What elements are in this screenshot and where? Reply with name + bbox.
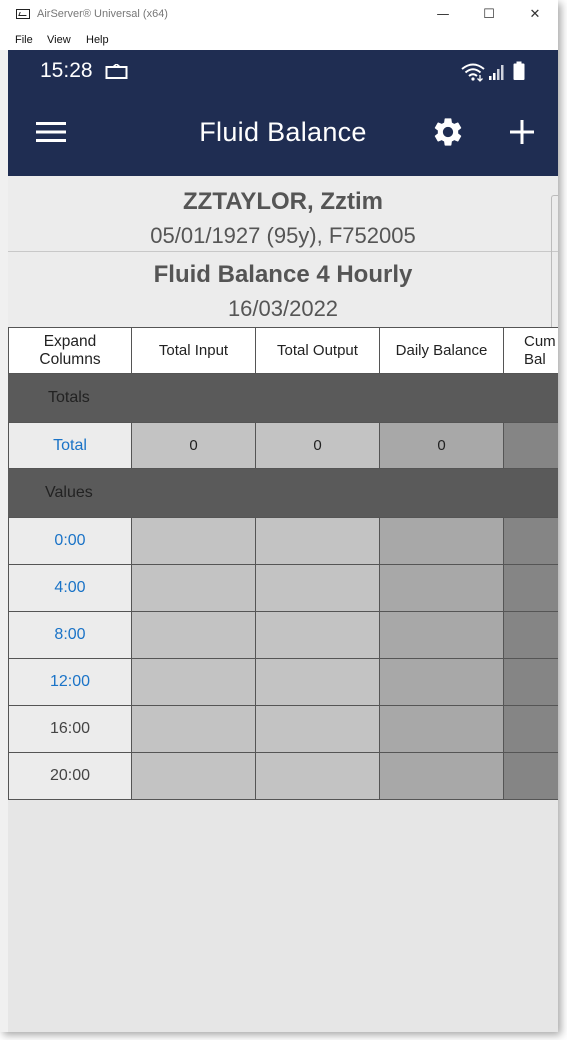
patient-name: ZZTAYLOR, Zztim xyxy=(183,188,383,215)
signal-icon xyxy=(489,65,504,80)
settings-icon[interactable] xyxy=(431,115,465,149)
column-header-total-input: Total Input xyxy=(131,327,256,374)
value-cell[interactable] xyxy=(503,752,558,800)
value-cell[interactable] xyxy=(379,752,504,800)
value-cell[interactable] xyxy=(503,658,558,706)
status-time: 15:28 xyxy=(40,59,93,82)
table-row: 12:00 xyxy=(8,658,558,706)
table-header-row: Expand Columns Total Input Total Output … xyxy=(8,327,558,374)
value-cell[interactable] xyxy=(255,517,380,565)
value-cell[interactable] xyxy=(379,517,504,565)
table-row: 4:00 xyxy=(8,564,558,612)
totals-section-label: Totals xyxy=(48,389,90,406)
chart-info: Fluid Balance 4 Hourly 16/03/2022 xyxy=(8,252,558,327)
value-cell[interactable] xyxy=(131,658,256,706)
close-button[interactable]: ✕ xyxy=(512,0,558,30)
value-cell[interactable] xyxy=(255,752,380,800)
menu-view[interactable]: View xyxy=(47,34,71,46)
daily-balance-value[interactable]: 0 xyxy=(379,422,504,469)
close-icon: ✕ xyxy=(529,7,541,22)
table-row: Total 0 0 0 xyxy=(8,422,558,469)
maximize-button[interactable]: ☐ xyxy=(466,0,512,30)
patient-banner: ZZTAYLOR, Zztim 05/01/1927 (95y), F75200… xyxy=(8,176,558,252)
column-header-total-output: Total Output xyxy=(255,327,380,374)
value-cell[interactable] xyxy=(379,658,504,706)
airserver-window: AirServer® Universal (x64) — ☐ ✕ File Vi… xyxy=(0,0,558,1032)
page-title: Fluid Balance xyxy=(199,117,367,147)
table-row: 8:00 xyxy=(8,611,558,659)
row-label-1600[interactable]: 16:00 xyxy=(8,705,132,753)
value-cell[interactable] xyxy=(131,517,256,565)
column-header-daily-balance: Daily Balance xyxy=(379,327,504,374)
value-cell[interactable] xyxy=(503,611,558,659)
chart-title: Fluid Balance 4 Hourly xyxy=(153,261,413,288)
table-row: 16:00 xyxy=(8,705,558,753)
total-input-value[interactable]: 0 xyxy=(131,422,256,469)
window-titlebar: AirServer® Universal (x64) — ☐ ✕ xyxy=(0,0,558,30)
column-header-cumulative-balance: Cum Bal xyxy=(503,327,558,374)
status-bar: 15:28 xyxy=(8,50,558,95)
table-row: 0:00 xyxy=(8,517,558,565)
expand-columns-button[interactable]: Expand Columns xyxy=(8,327,132,374)
row-label-0800[interactable]: 8:00 xyxy=(8,611,132,659)
value-cell[interactable] xyxy=(255,564,380,612)
app-header: Fluid Balance xyxy=(8,95,558,176)
minimize-icon: — xyxy=(436,7,450,22)
table-row: 20:00 xyxy=(8,752,558,800)
menu-help[interactable]: Help xyxy=(86,34,109,46)
minimize-button[interactable]: — xyxy=(420,0,466,30)
row-label-0400[interactable]: 4:00 xyxy=(8,564,132,612)
value-cell[interactable] xyxy=(255,705,380,753)
value-cell[interactable] xyxy=(379,705,504,753)
value-cell[interactable] xyxy=(131,752,256,800)
maximize-icon: ☐ xyxy=(483,7,495,22)
airserver-app-icon xyxy=(16,9,30,19)
add-icon[interactable] xyxy=(510,120,534,144)
battery-icon xyxy=(513,61,525,80)
value-cell[interactable] xyxy=(503,564,558,612)
values-section-header: Values xyxy=(8,469,558,517)
value-cell[interactable] xyxy=(379,564,504,612)
total-output-value[interactable]: 0 xyxy=(255,422,380,469)
row-label-total[interactable]: Total xyxy=(8,422,132,469)
menu-file[interactable]: File xyxy=(15,34,33,46)
value-cell[interactable] xyxy=(255,611,380,659)
mirrored-phone-screen: 15:28 Fluid Balance ZZTAYLOR, Zztim 05/0… xyxy=(8,50,558,1032)
row-label-0000[interactable]: 0:00 xyxy=(8,517,132,565)
values-section-label: Values xyxy=(45,484,93,501)
patient-details: 05/01/1927 (95y), F752005 xyxy=(150,223,416,248)
value-cell[interactable] xyxy=(131,611,256,659)
value-cell[interactable] xyxy=(503,705,558,753)
side-panel-handle[interactable] xyxy=(551,195,558,347)
cast-icon xyxy=(105,64,128,79)
cumulative-balance-value[interactable] xyxy=(503,422,558,469)
value-cell[interactable] xyxy=(131,705,256,753)
chart-date: 16/03/2022 xyxy=(227,296,339,321)
value-cell[interactable] xyxy=(131,564,256,612)
totals-section-header: Totals xyxy=(8,374,558,422)
row-label-2000[interactable]: 20:00 xyxy=(8,752,132,800)
wifi-icon xyxy=(461,63,485,82)
row-label-1200[interactable]: 12:00 xyxy=(8,658,132,706)
value-cell[interactable] xyxy=(255,658,380,706)
window-title: AirServer® Universal (x64) xyxy=(37,8,168,20)
value-cell[interactable] xyxy=(379,611,504,659)
value-cell[interactable] xyxy=(503,517,558,565)
menu-bar: File View Help xyxy=(0,30,558,50)
